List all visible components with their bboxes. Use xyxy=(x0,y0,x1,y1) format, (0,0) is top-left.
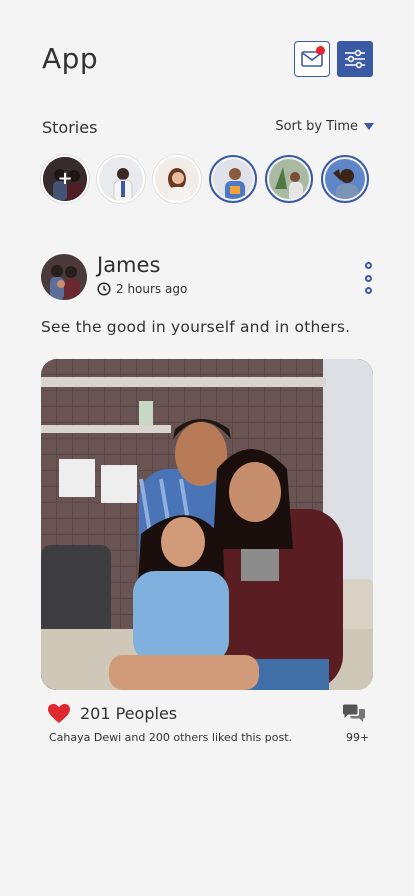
clock-icon xyxy=(97,282,111,296)
avatar-photo xyxy=(269,159,309,199)
app-title: App xyxy=(42,42,99,75)
avatar-photo xyxy=(325,159,365,199)
stories-list: + xyxy=(41,155,375,205)
post-time: 2 hours ago xyxy=(97,282,187,296)
plus-icon: + xyxy=(57,168,73,189)
post-text: See the good in yourself and in others. xyxy=(41,318,351,336)
sliders-icon xyxy=(345,49,365,69)
story-avatar-unseen[interactable] xyxy=(209,155,257,203)
more-options-icon[interactable] xyxy=(364,262,372,294)
caret-down-icon xyxy=(364,123,374,130)
filter-button[interactable] xyxy=(337,41,373,77)
comments-count: 99+ xyxy=(346,731,370,744)
comments-button[interactable] xyxy=(342,704,366,728)
like-summary[interactable]: 201 Peoples xyxy=(47,703,177,724)
liked-by-text: Cahaya Dewi and 200 others liked this po… xyxy=(49,731,293,744)
story-avatar-unseen[interactable] xyxy=(265,155,313,203)
avatar-photo xyxy=(99,157,143,201)
story-avatar-unseen[interactable] xyxy=(321,155,369,203)
stories-label: Stories xyxy=(42,118,98,137)
likes-count: 201 Peoples xyxy=(80,704,178,723)
add-story-avatar[interactable]: + xyxy=(41,155,89,203)
messages-button[interactable] xyxy=(294,41,330,77)
post-image[interactable] xyxy=(41,359,373,690)
sort-label: Sort by Time xyxy=(275,119,358,134)
notification-dot xyxy=(316,46,325,55)
chat-bubbles-icon xyxy=(343,704,365,722)
avatar-photo xyxy=(41,254,87,300)
app-header: App xyxy=(42,40,374,80)
avatar-photo xyxy=(213,159,253,199)
post-time-label: 2 hours ago xyxy=(116,282,188,296)
author-avatar[interactable] xyxy=(41,254,87,300)
avatar-photo xyxy=(155,157,199,201)
story-avatar[interactable] xyxy=(153,155,201,203)
sort-dropdown[interactable]: Sort by Time xyxy=(275,119,374,134)
family-photo xyxy=(41,359,373,690)
post-header: James 2 hours ago xyxy=(41,253,375,302)
post-author[interactable]: James xyxy=(97,253,160,277)
heart-icon[interactable] xyxy=(47,703,71,724)
stories-header: Stories Sort by Time xyxy=(42,116,374,138)
story-avatar[interactable] xyxy=(97,155,145,203)
